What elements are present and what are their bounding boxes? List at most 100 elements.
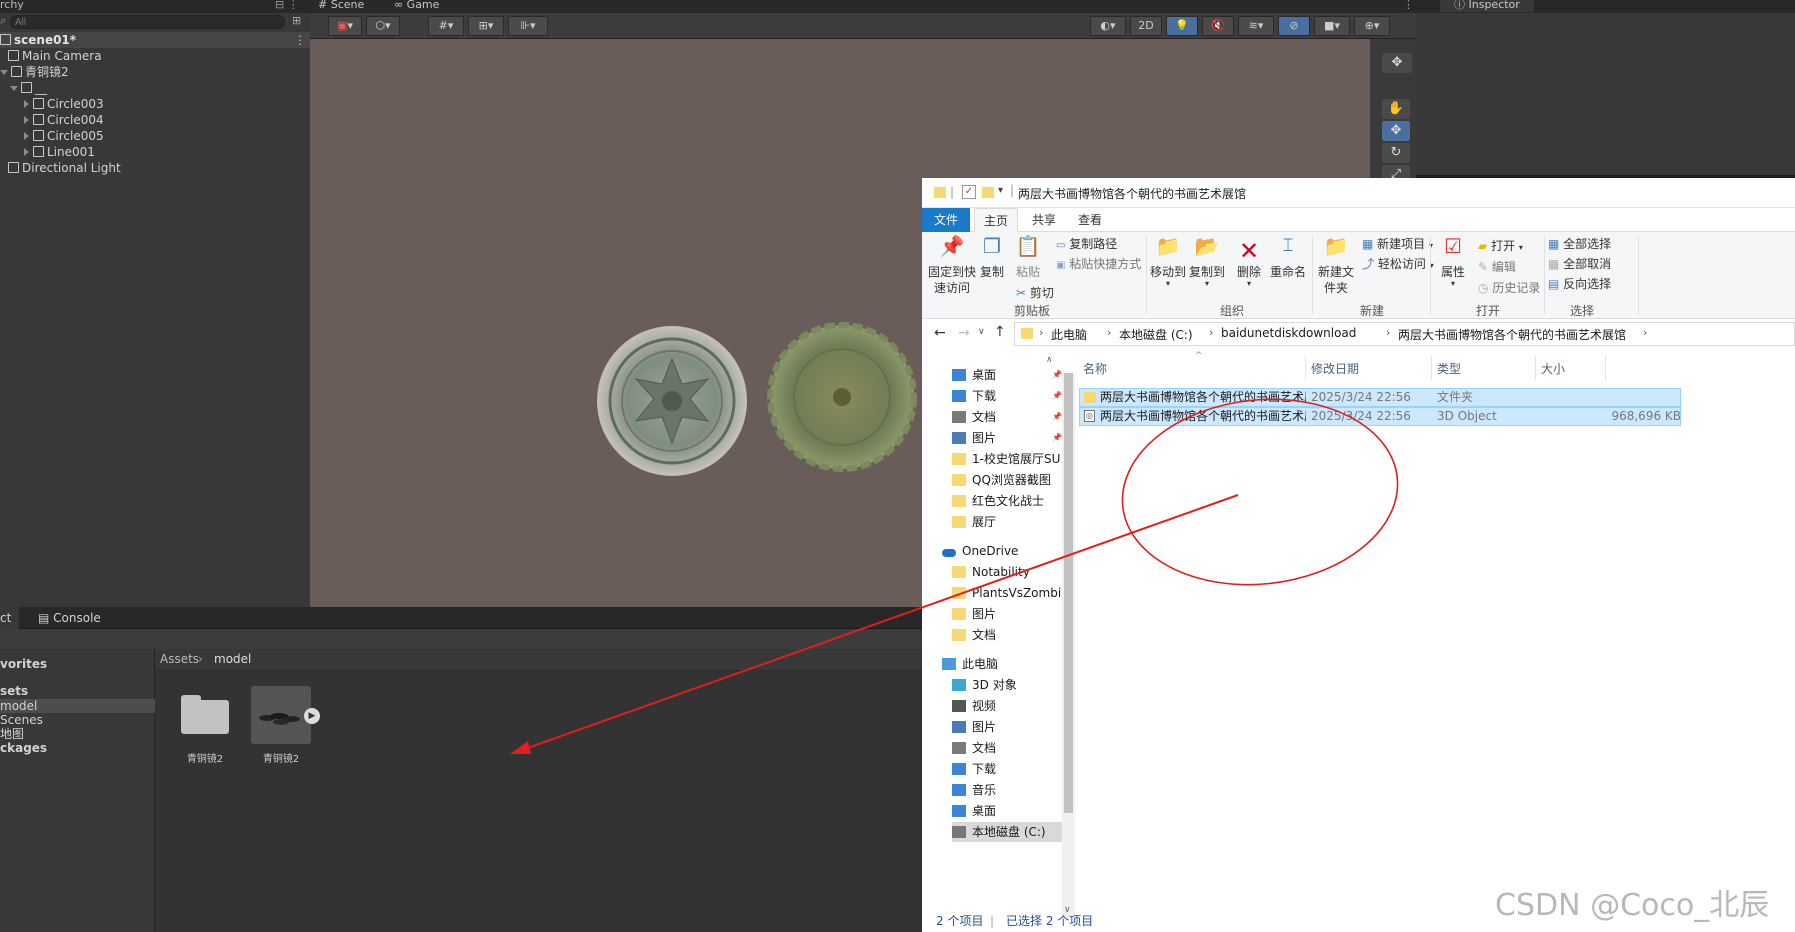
collapsed-arrow-icon[interactable]: [24, 100, 29, 108]
nav-item-down[interactable]: 下载 📌: [952, 386, 1062, 406]
tab-project[interactable]: ct: [0, 607, 20, 629]
paste-button[interactable]: 📋 粘贴: [1012, 236, 1044, 280]
shading-button[interactable]: ⬡▾: [366, 16, 400, 36]
hierarchy-item[interactable]: Directional Light: [8, 160, 121, 176]
tree-packages[interactable]: ckages: [0, 741, 47, 755]
collapsed-arrow-icon[interactable]: [24, 116, 29, 124]
hierarchy-item[interactable]: Line001: [24, 144, 95, 160]
nav-item-folder[interactable]: 文档: [952, 625, 1062, 645]
nav-item-down[interactable]: 下载: [952, 759, 1062, 779]
edit-button[interactable]: ✎ 编辑: [1478, 259, 1516, 275]
breadcrumb-model[interactable]: model: [214, 652, 251, 666]
forward-arrow-icon[interactable]: →: [958, 325, 970, 341]
address-segment-download[interactable]: baidunetdiskdownload: [1221, 326, 1356, 340]
scrollbar-thumb[interactable]: [1064, 373, 1073, 813]
nav-item-3d[interactable]: 3D 对象: [952, 675, 1062, 695]
nav-item-folder[interactable]: Notability: [952, 562, 1062, 582]
move-tool[interactable]: ✥: [1382, 121, 1410, 141]
column-separator[interactable]: [1305, 356, 1306, 380]
address-segment-disk[interactable]: 本地磁盘 (C:): [1119, 326, 1193, 343]
easy-access-button[interactable]: ⤴ 轻松访问 ▾: [1362, 256, 1434, 274]
nav-item-pc[interactable]: 此电脑: [942, 654, 1052, 674]
lighting-toggle[interactable]: 💡: [1166, 16, 1198, 36]
pin-quick-access-button[interactable]: 📌 固定到快速访问: [926, 236, 978, 296]
scene-menu-icon[interactable]: ⋮: [1403, 0, 1414, 10]
delete-button[interactable]: ✕ 删除 ▾: [1234, 238, 1264, 288]
hierarchy-item[interactable]: Circle005: [24, 128, 104, 144]
hierarchy-item[interactable]: Main Camera: [8, 48, 102, 64]
invert-selection-button[interactable]: ▤ 反向选择: [1548, 276, 1611, 292]
select-all-button[interactable]: ▦ 全部选择: [1548, 236, 1611, 252]
column-type[interactable]: 类型: [1437, 359, 1461, 379]
nav-item-folder[interactable]: 图片: [952, 604, 1062, 624]
nav-item-disk[interactable]: 本地磁盘 (C:): [952, 822, 1072, 842]
new-item-button[interactable]: ▦ 新建项目 ▾: [1362, 236, 1433, 254]
back-arrow-icon[interactable]: ←: [934, 325, 946, 341]
tab-console[interactable]: ▤ Console: [38, 607, 101, 629]
address-segment-folder[interactable]: 两层大书画博物馆各个朝代的书画艺术展馆: [1398, 326, 1626, 343]
address-segment-pc[interactable]: 此电脑: [1051, 326, 1087, 343]
select-none-button[interactable]: ▦ 全部取消: [1548, 256, 1611, 272]
column-name[interactable]: 名称: [1083, 359, 1107, 379]
collapsed-arrow-icon[interactable]: [24, 148, 29, 156]
hierarchy-tab[interactable]: rchy ⊟ ⋮: [0, 0, 310, 13]
hierarchy-item[interactable]: Circle004: [24, 112, 104, 128]
tab-share[interactable]: 共享: [1022, 208, 1066, 232]
audio-toggle[interactable]: 🔇: [1202, 16, 1234, 36]
move-to-button[interactable]: 📁 移动到 ▾: [1150, 236, 1186, 288]
hierarchy-item[interactable]: __: [10, 80, 47, 96]
nav-item-folder[interactable]: 展厅: [952, 512, 1062, 532]
asset-model[interactable]: ▶ 青铜镜2: [249, 686, 320, 765]
rename-button[interactable]: ⌶ 重命名: [1268, 237, 1308, 280]
draw-mode-button[interactable]: ▣▾: [328, 16, 362, 36]
paste-shortcut-button[interactable]: ▣ 粘贴快捷方式: [1056, 256, 1141, 274]
cut-button[interactable]: ✂ 剪切: [1016, 285, 1054, 301]
scroll-up-icon[interactable]: ∧: [1046, 355, 1053, 365]
file-row[interactable]: 两层大书画博物馆各个朝代的书画艺术展... 2025/3/24 22:56 文件…: [1079, 388, 1681, 407]
toggle-2d-button[interactable]: 2D: [1130, 16, 1162, 36]
column-separator[interactable]: [1605, 356, 1606, 380]
tree-scenes[interactable]: Scenes: [0, 713, 43, 727]
tab-home[interactable]: 主页: [974, 208, 1018, 233]
hierarchy-item[interactable]: 青铜镜2: [0, 64, 69, 80]
tab-file[interactable]: 文件: [922, 208, 970, 232]
column-date[interactable]: 修改日期: [1311, 359, 1359, 379]
column-separator[interactable]: [1431, 356, 1432, 380]
scene-menu-icon[interactable]: ⋮: [294, 32, 306, 48]
nav-item-desk[interactable]: 桌面 📌: [952, 365, 1062, 385]
expanded-arrow-icon[interactable]: [0, 70, 8, 75]
properties-qat-icon[interactable]: ✓: [962, 185, 976, 199]
breadcrumb-assets[interactable]: Assets: [160, 652, 199, 666]
copy-button[interactable]: ❐ 复制: [978, 236, 1006, 280]
grid-snap-button[interactable]: #▾: [428, 16, 464, 36]
nav-item-cloud[interactable]: OneDrive: [942, 541, 1052, 561]
new-folder-button[interactable]: 📁 新建文件夹: [1316, 236, 1356, 296]
file-row[interactable]: ◎ 两层大书画博物馆各个朝代的书画艺术展... 2025/3/24 22:56 …: [1079, 407, 1681, 426]
tab-game[interactable]: ∞ Game: [394, 0, 439, 10]
recent-dropdown-icon[interactable]: ∨: [978, 327, 985, 337]
rotate-tool[interactable]: ↻: [1382, 143, 1410, 163]
nav-item-folder[interactable]: 红色文化战士: [952, 491, 1062, 511]
nav-item-pic[interactable]: 图片 📌: [952, 428, 1062, 448]
hierarchy-search-input[interactable]: [10, 15, 285, 29]
tree-assets[interactable]: sets: [0, 684, 28, 698]
create-icon[interactable]: ⊞: [292, 14, 301, 27]
tree-favorites[interactable]: vorites: [0, 657, 47, 671]
nav-item-doc[interactable]: 文档 📌: [952, 407, 1062, 427]
ruler-button[interactable]: ⊪▾: [508, 16, 548, 36]
lock-icon[interactable]: ⊟ ⋮: [275, 0, 299, 10]
gizmos-button[interactable]: ⊕▾: [1354, 16, 1390, 36]
copy-to-button[interactable]: 📂 复制到 ▾: [1188, 236, 1226, 288]
column-size[interactable]: 大小: [1541, 359, 1565, 379]
asset-folder[interactable]: 青铜镜2: [177, 690, 233, 765]
properties-button[interactable]: ☑ 属性 ▾: [1436, 236, 1470, 288]
nav-scrollbar[interactable]: ∨: [1062, 373, 1075, 918]
tab-view[interactable]: 查看: [1068, 208, 1112, 232]
camera-button[interactable]: ■▾: [1314, 16, 1350, 36]
new-folder-qat-icon[interactable]: [982, 187, 994, 198]
copy-path-button[interactable]: ▭ 复制路径: [1056, 236, 1117, 254]
tree-model[interactable]: model: [0, 699, 37, 713]
tree-map[interactable]: 地图: [0, 727, 24, 741]
qat-dropdown-icon[interactable]: ▾: [998, 185, 1003, 196]
open-button[interactable]: ▰ 打开 ▾: [1478, 238, 1523, 256]
